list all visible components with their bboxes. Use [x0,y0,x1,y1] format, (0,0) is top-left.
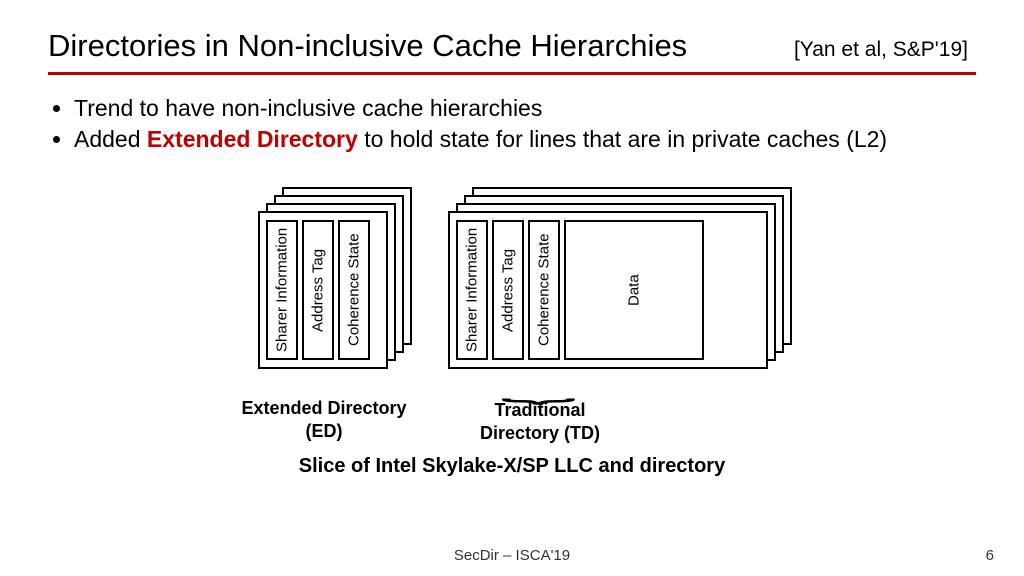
bullet-text: to hold state for lines that are in priv… [358,126,887,152]
bullet-item: Trend to have non-inclusive cache hierar… [74,93,976,124]
col-coherence: Coherence State [528,220,560,360]
page-number: 6 [986,547,994,564]
td-stack: Sharer Information Address Tag Coherence… [448,187,798,377]
td-card-front: Sharer Information Address Tag Coherence… [448,211,768,369]
col-tag: Address Tag [302,220,334,360]
slide-title: Directories in Non-inclusive Cache Hiera… [48,28,687,64]
ed-stack: Sharer Information Address Tag Coherence… [258,187,418,377]
ed-label: Extended Directory (ED) [234,397,414,442]
bullet-text: Added [74,126,147,152]
col-data: Data [564,220,704,360]
diagram: Sharer Information Address Tag Coherence… [48,177,976,467]
col-sharer: Sharer Information [266,220,298,360]
bullet-list: Trend to have non-inclusive cache hierar… [48,93,976,155]
col-tag: Address Tag [492,220,524,360]
col-sharer: Sharer Information [456,220,488,360]
footer-venue: SecDir – ISCA'19 [0,547,1024,564]
title-rule [48,72,976,75]
td-label: Traditional Directory (TD) [460,399,620,444]
diagram-caption: Slice of Intel Skylake-X/SP LLC and dire… [48,455,976,478]
ed-card-front: Sharer Information Address Tag Coherence… [258,211,388,369]
citation: [Yan et al, S&P'19] [794,38,968,62]
col-coherence: Coherence State [338,220,370,360]
bullet-item: Added Extended Directory to hold state f… [74,124,976,155]
bullet-emph: Extended Directory [147,126,358,152]
